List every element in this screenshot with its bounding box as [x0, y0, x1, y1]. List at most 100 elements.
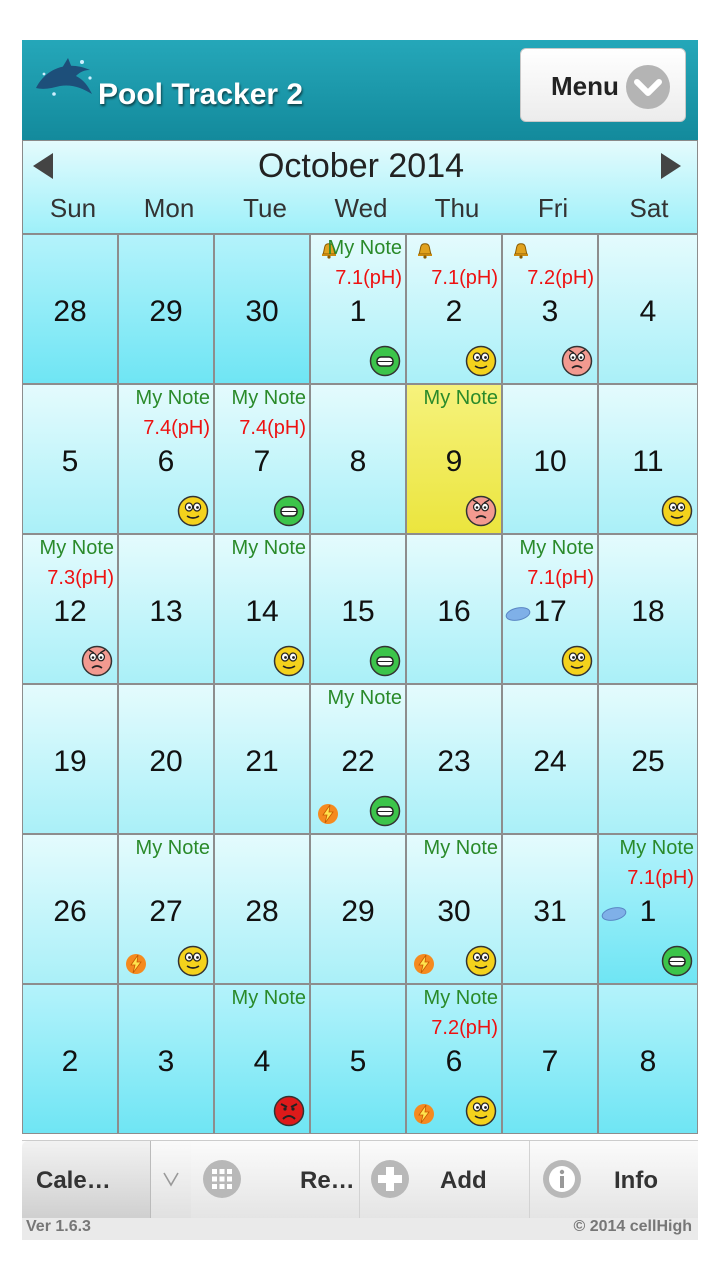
day-cell[interactable]: 3 — [118, 984, 214, 1134]
day-cell[interactable]: 24 — [502, 684, 598, 834]
footer: Ver 1.6.3 © 2014 cellHigh — [22, 1218, 698, 1240]
next-month-arrow-icon[interactable] — [661, 153, 681, 179]
happy-smiley-icon — [369, 345, 401, 377]
day-number: 31 — [533, 895, 567, 928]
day-number: 15 — [341, 595, 375, 628]
day-cell[interactable]: 29 — [118, 234, 214, 384]
calendar-view-label: Cale… — [36, 1167, 111, 1194]
sad-smiley-icon — [465, 495, 497, 527]
calendar-view-button[interactable]: Cale… — [22, 1141, 191, 1219]
day-note: My Note — [327, 687, 402, 709]
day-cell[interactable]: 29 — [310, 834, 406, 984]
day-cell[interactable]: 31 — [502, 834, 598, 984]
day-cell[interactable]: My Note 7.2(pH) 6 — [406, 984, 502, 1134]
info-label: Info — [614, 1167, 658, 1194]
day-cell[interactable]: My Note 30 — [406, 834, 502, 984]
day-number: 6 — [157, 445, 175, 478]
day-number: 5 — [349, 1045, 367, 1078]
chevron-down-icon — [163, 1172, 179, 1187]
day-number: 7 — [541, 1045, 559, 1078]
day-cell[interactable]: My Note 27 — [118, 834, 214, 984]
day-number: 18 — [631, 595, 665, 628]
happy-smiley-icon — [369, 645, 401, 677]
info-button[interactable]: Info — [530, 1141, 698, 1219]
weekday-label: Mon — [143, 193, 195, 223]
weekday-label: Wed — [334, 193, 388, 223]
day-number: 8 — [639, 1045, 657, 1078]
day-cell[interactable]: My Note 7.1(pH) 1 — [598, 834, 698, 984]
day-number: 22 — [341, 745, 375, 778]
day-cell[interactable]: 5 — [310, 984, 406, 1134]
day-cell[interactable]: 11 — [598, 384, 698, 534]
day-cell[interactable]: 25 — [598, 684, 698, 834]
day-cell[interactable]: 23 — [406, 684, 502, 834]
day-number: 12 — [53, 595, 87, 628]
info-icon — [543, 1160, 581, 1198]
version-text: Ver 1.6.3 — [26, 1218, 91, 1235]
day-number: 3 — [157, 1045, 175, 1078]
day-cell[interactable]: 7 — [502, 984, 598, 1134]
day-note: My Note — [519, 537, 594, 559]
day-cell[interactable]: 4 — [598, 234, 698, 384]
day-cell[interactable]: My Note 14 — [214, 534, 310, 684]
day-cell[interactable]: 8 — [310, 384, 406, 534]
day-cell[interactable]: My Note 4 — [214, 984, 310, 1134]
day-ph-reading: 7.4(pH) — [143, 417, 210, 439]
happy-smiley-icon — [661, 945, 693, 977]
day-cell[interactable]: My Note 7.1(pH) 17 — [502, 534, 598, 684]
day-cell[interactable]: 2 — [22, 984, 118, 1134]
day-number: 17 — [533, 595, 567, 628]
day-number: 23 — [437, 745, 471, 778]
day-note: My Note — [231, 537, 306, 559]
day-cell[interactable]: 7.1(pH) 2 — [406, 234, 502, 384]
neutral-smiley-icon — [561, 645, 593, 677]
day-number: 20 — [149, 745, 183, 778]
neutral-smiley-icon — [273, 645, 305, 677]
day-number: 19 — [53, 745, 87, 778]
day-ph-reading: 7.3(pH) — [47, 567, 114, 589]
day-ph-reading: 7.1(pH) — [431, 267, 498, 289]
day-cell[interactable]: My Note 7.1(pH) 1 — [310, 234, 406, 384]
day-cell[interactable]: 13 — [118, 534, 214, 684]
day-cell[interactable]: 8 — [598, 984, 698, 1134]
day-note: My Note — [423, 987, 498, 1009]
day-number: 10 — [533, 445, 567, 478]
plus-icon — [371, 1160, 409, 1198]
day-cell[interactable]: 28 — [214, 834, 310, 984]
day-number: 9 — [445, 445, 463, 478]
neutral-smiley-icon — [465, 945, 497, 977]
menu-button[interactable]: Menu — [520, 48, 686, 122]
day-cell[interactable]: My Note 7.4(pH) 6 — [118, 384, 214, 534]
day-note: My Note — [231, 987, 306, 1009]
day-cell[interactable]: 16 — [406, 534, 502, 684]
day-number: 26 — [53, 895, 87, 928]
day-cell[interactable]: My Note 22 — [310, 684, 406, 834]
day-cell[interactable]: 28 — [22, 234, 118, 384]
day-cell[interactable]: 30 — [214, 234, 310, 384]
grid-icon — [203, 1160, 241, 1198]
weekday-label: Tue — [243, 193, 287, 223]
day-cell[interactable]: 20 — [118, 684, 214, 834]
sad-smiley-icon — [561, 345, 593, 377]
day-number: 21 — [245, 745, 279, 778]
reports-button[interactable]: Re… — [190, 1141, 360, 1219]
bell-reminder-icon — [415, 239, 435, 259]
day-cell[interactable]: 10 — [502, 384, 598, 534]
day-number: 30 — [437, 895, 471, 928]
day-cell[interactable]: My Note 7.3(pH) 12 — [22, 534, 118, 684]
reports-label: Re… — [300, 1167, 355, 1194]
day-cell[interactable]: 18 — [598, 534, 698, 684]
day-cell[interactable]: My Note 9 — [406, 384, 502, 534]
day-cell[interactable]: 19 — [22, 684, 118, 834]
day-cell[interactable]: My Note 7.4(pH) 7 — [214, 384, 310, 534]
day-cell[interactable]: 21 — [214, 684, 310, 834]
view-dropdown[interactable] — [150, 1141, 191, 1219]
day-cell[interactable]: 15 — [310, 534, 406, 684]
day-cell[interactable]: 5 — [22, 384, 118, 534]
add-button[interactable]: Add — [360, 1141, 530, 1219]
day-number: 2 — [445, 295, 463, 328]
day-cell[interactable]: 26 — [22, 834, 118, 984]
day-number: 28 — [245, 895, 279, 928]
day-cell[interactable]: 7.2(pH) 3 — [502, 234, 598, 384]
neutral-smiley-icon — [465, 1095, 497, 1127]
